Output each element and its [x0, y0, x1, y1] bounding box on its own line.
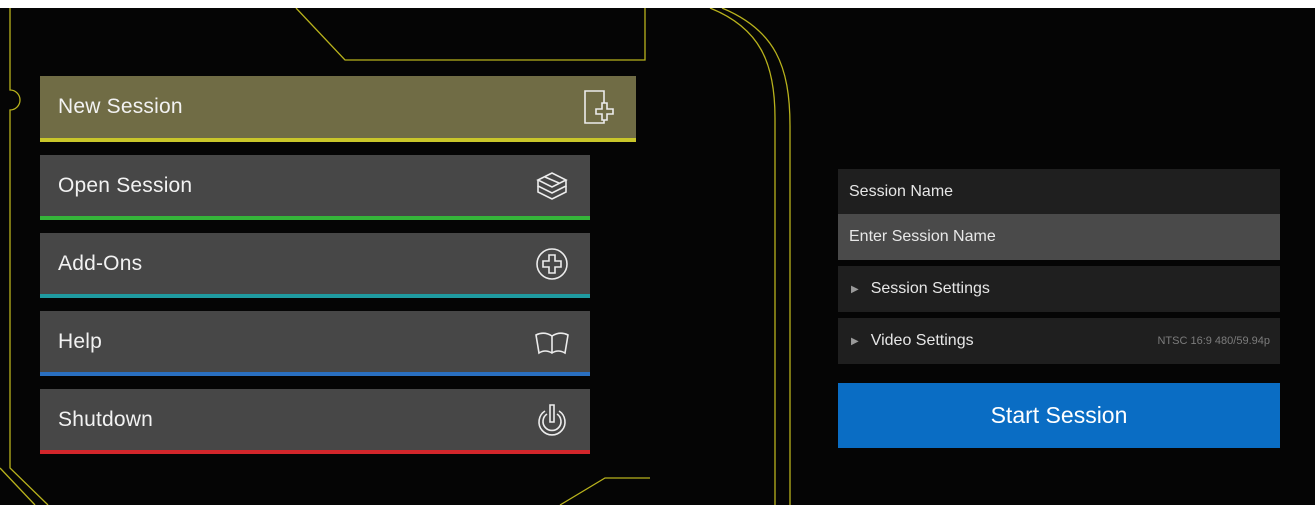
start-session-button[interactable]: Start Session [838, 383, 1280, 448]
open-book-icon [532, 322, 572, 362]
menu-item-label: Shutdown [58, 408, 154, 431]
screen: New Session Open Session Add-Ons Help Sh… [0, 8, 1315, 505]
session-name-label-text: Session Name [849, 182, 954, 200]
expand-arrow-icon: ▶ [851, 283, 859, 295]
open-box-icon [532, 166, 572, 206]
menu-item-label: New Session [58, 95, 183, 118]
menu-accent-open-session [40, 216, 590, 220]
session-name-input[interactable] [838, 214, 1280, 260]
power-icon [532, 400, 572, 440]
new-session-icon [578, 87, 618, 127]
plus-circle-icon [532, 244, 572, 284]
menu-accent-help [40, 372, 590, 376]
menu-item-open-session[interactable]: Open Session [40, 155, 590, 217]
menu-item-help[interactable]: Help [40, 311, 590, 373]
session-settings-row[interactable]: ▶ Session Settings [838, 266, 1280, 312]
menu-item-label: Add-Ons [58, 252, 143, 275]
menu-item-label: Open Session [58, 174, 193, 197]
menu-item-shutdown[interactable]: Shutdown [40, 389, 590, 451]
video-settings-row[interactable]: ▶ Video Settings NTSC 16:9 480/59.94p [838, 318, 1280, 364]
menu-accent-new-session [40, 138, 636, 142]
menu-accent-add-ons [40, 294, 590, 298]
session-settings-label: Session Settings [870, 280, 990, 297]
expand-arrow-icon: ▶ [851, 335, 859, 347]
menu-item-add-ons[interactable]: Add-Ons [40, 233, 590, 295]
menu-item-label: Help [58, 330, 102, 353]
menu-accent-shutdown [40, 450, 590, 454]
video-settings-label: Video Settings [870, 332, 974, 349]
session-name-label: Session Name [838, 169, 1280, 214]
video-format-value: NTSC 16:9 480/59.94p [1157, 335, 1270, 347]
menu-item-new-session[interactable]: New Session [40, 76, 636, 138]
